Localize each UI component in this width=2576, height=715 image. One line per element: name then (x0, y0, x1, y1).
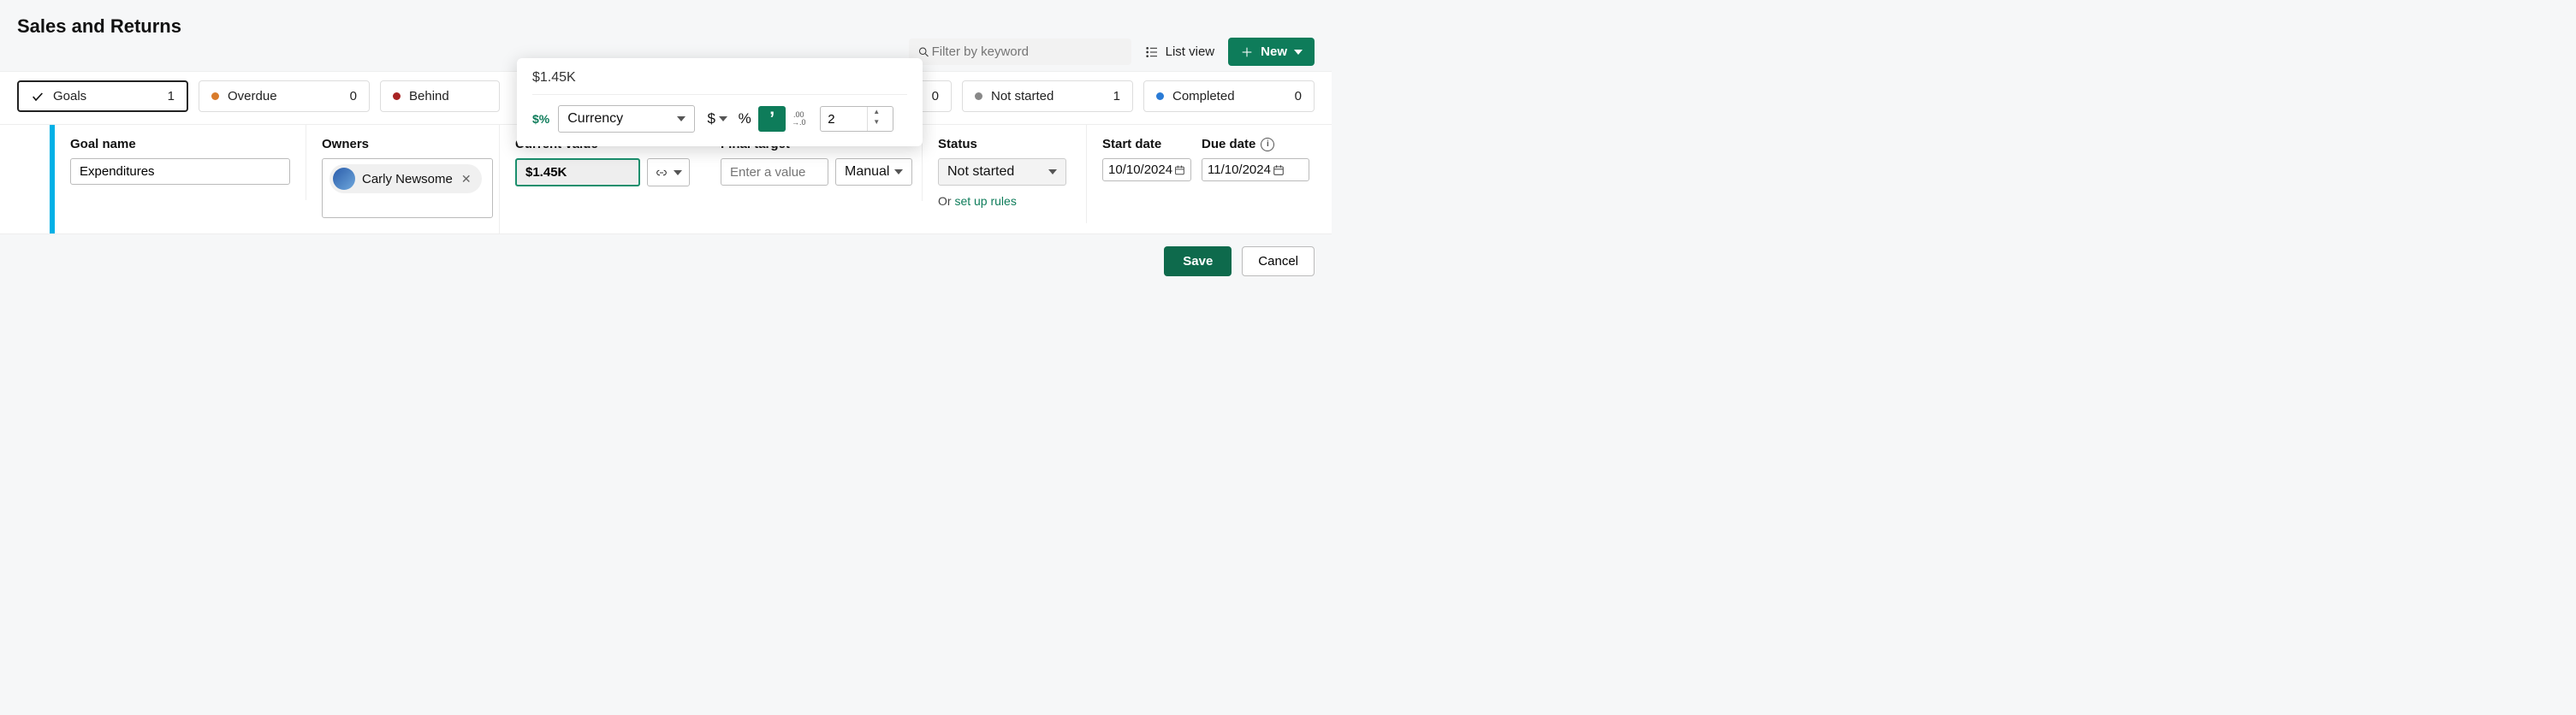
final-target-input[interactable] (721, 158, 828, 186)
filter-chip-label: Overdue (228, 89, 277, 103)
goal-name-label: Goal name (70, 137, 290, 151)
percent-button[interactable]: % (731, 106, 758, 132)
list-view-icon (1145, 45, 1159, 59)
link-value-button[interactable] (647, 158, 690, 186)
status-label: Status (938, 137, 1071, 151)
status-rules-hint: Or set up rules (938, 194, 1071, 208)
start-date-value: 10/10/2024 (1108, 162, 1172, 177)
chevron-down-icon (1294, 50, 1303, 55)
calendar-icon (1273, 164, 1285, 176)
new-button[interactable]: New (1228, 38, 1315, 66)
page-title: Sales and Returns (17, 15, 1315, 38)
stepper-down-icon[interactable]: ▼ (868, 117, 885, 127)
list-view-toggle[interactable]: List view (1145, 44, 1215, 59)
filter-chip-completed[interactable]: Completed 0 (1143, 80, 1315, 112)
due-date-input[interactable]: 11/10/2024 (1202, 158, 1309, 181)
percent-icon: % (739, 110, 751, 127)
format-preview-value: $1.45K (532, 70, 907, 86)
new-button-label: New (1261, 44, 1287, 59)
filter-chip-label: Goals (53, 89, 86, 103)
chevron-down-icon (674, 170, 682, 175)
filter-chip-count: 0 (932, 89, 939, 103)
dollar-icon: $ (708, 110, 715, 127)
chevron-down-icon (719, 116, 727, 121)
check-icon (31, 90, 45, 103)
chevron-down-icon (677, 116, 686, 121)
cancel-button[interactable]: Cancel (1242, 246, 1315, 276)
owners-field[interactable]: Carly Newsome ✕ (322, 158, 493, 218)
filter-chip-label: Behind (409, 89, 449, 103)
status-dot-icon (975, 92, 982, 100)
goal-name-input[interactable] (70, 158, 290, 185)
chevron-down-icon (1048, 169, 1057, 174)
filter-chip-count: 1 (1113, 89, 1120, 103)
number-format-popover: $1.45K $% Currency $ % ’ (517, 58, 923, 146)
filter-keyword-search[interactable] (909, 38, 1131, 65)
decimal-places-button[interactable]: .00 →.0 (786, 106, 811, 132)
filter-chip-count: 0 (1295, 89, 1302, 103)
avatar (333, 168, 355, 190)
due-date-value: 11/10/2024 (1208, 162, 1271, 177)
format-type-icon: $% (532, 112, 549, 126)
filter-chip-goals[interactable]: Goals 1 (17, 80, 188, 112)
filter-chip-label: Completed (1172, 89, 1235, 103)
start-date-label: Start date (1102, 137, 1191, 151)
status-dot-icon (393, 92, 401, 100)
filter-chip-not-started[interactable]: Not started 1 (962, 80, 1133, 112)
decimals-stepper[interactable]: ▲ ▼ (820, 106, 893, 132)
format-type-value: Currency (567, 111, 623, 127)
search-icon (917, 45, 930, 59)
filter-chip-count: 0 (350, 89, 357, 103)
list-view-label: List view (1166, 44, 1215, 59)
calendar-icon (1174, 164, 1185, 176)
target-mode-value: Manual (845, 164, 889, 180)
filter-keyword-input[interactable] (930, 44, 1123, 60)
start-date-input[interactable]: 10/10/2024 (1102, 158, 1191, 181)
current-value-input[interactable] (515, 158, 640, 186)
status-dot-icon (1156, 92, 1164, 100)
owners-label: Owners (322, 137, 484, 151)
setup-rules-link[interactable]: set up rules (954, 194, 1016, 208)
status-dot-icon (211, 92, 219, 100)
remove-owner-icon[interactable]: ✕ (460, 172, 473, 186)
apostrophe-icon: ’ (769, 115, 775, 123)
owner-chip[interactable]: Carly Newsome ✕ (329, 164, 482, 193)
status-value: Not started (947, 164, 1014, 180)
decimal-icon: →.0 (792, 119, 806, 127)
filter-chip-count: 1 (168, 89, 175, 103)
target-mode-select[interactable]: Manual (835, 158, 912, 186)
status-select[interactable]: Not started (938, 158, 1066, 186)
thousands-separator-button[interactable]: ’ (758, 106, 786, 132)
stepper-up-icon[interactable]: ▲ (868, 107, 885, 117)
plus-icon (1240, 45, 1254, 59)
save-button[interactable]: Save (1164, 246, 1232, 276)
chevron-down-icon (894, 169, 903, 174)
owner-name: Carly Newsome (362, 172, 453, 186)
filter-chip-behind[interactable]: Behind (380, 80, 500, 112)
link-icon (655, 166, 668, 180)
filter-chip-label: Not started (991, 89, 1054, 103)
decimals-input[interactable] (821, 109, 867, 130)
due-date-label: Due date i (1202, 137, 1309, 151)
filter-chip-overdue[interactable]: Overdue 0 (199, 80, 370, 112)
filter-chip-partial[interactable]: 0 (919, 80, 952, 112)
info-icon[interactable]: i (1261, 138, 1274, 151)
format-type-select[interactable]: Currency (558, 105, 695, 133)
currency-symbol-button[interactable]: $ (703, 106, 731, 132)
